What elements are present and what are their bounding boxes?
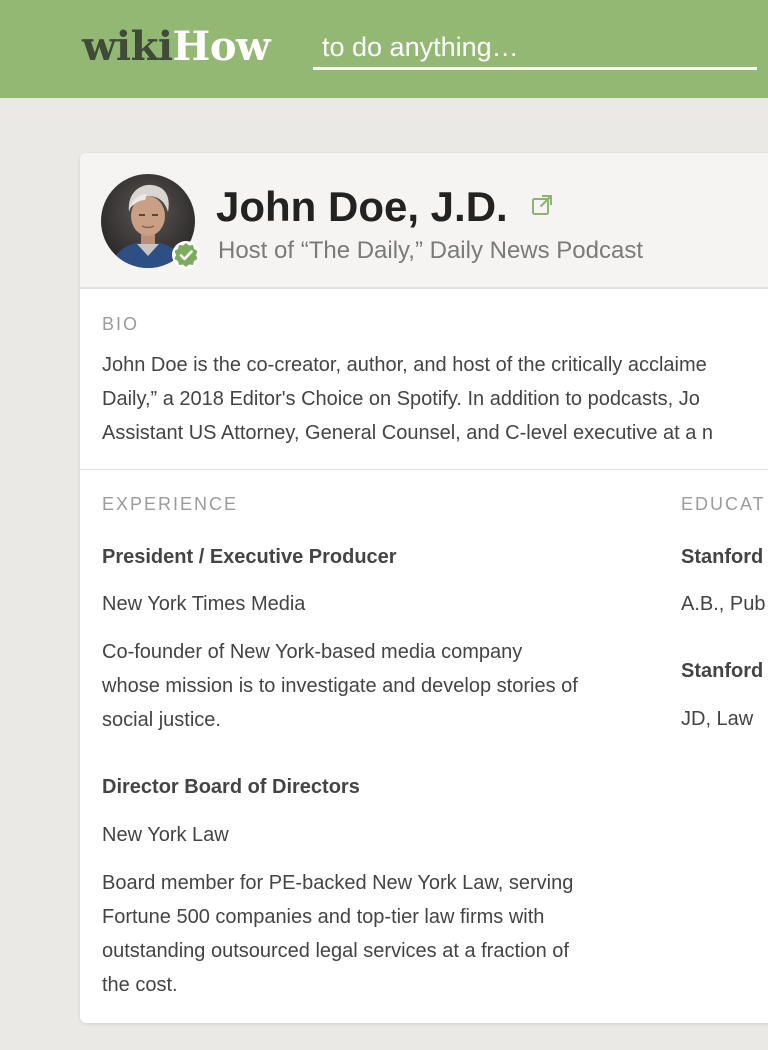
experience-title: Director Board of Directors — [102, 776, 360, 798]
education-school: Stanford — [681, 546, 764, 568]
bio-heading: BIO — [102, 314, 140, 334]
experience-heading: EXPERIENCE — [102, 494, 239, 514]
bio-text: John Doe is the co-creator, author, and … — [102, 348, 768, 450]
bio-line: Daily,” a 2018 Editor's Choice on Spotif… — [102, 388, 700, 410]
experience-description-line: whose mission is to investigate and deve… — [102, 675, 578, 697]
wikihow-logo[interactable]: wikiHow — [82, 22, 270, 72]
bio-line: John Doe is the co-creator, author, and … — [102, 354, 707, 376]
experience-description: Co-founder of New York-based media compa… — [102, 635, 662, 737]
education-degree: JD, Law — [681, 708, 754, 730]
profile-card: John Doe, J.D. Host of “The Daily,” Dail… — [80, 153, 768, 1023]
education-degree: A.B., Pub — [681, 593, 766, 615]
experience-org: New York Law — [102, 824, 229, 846]
experience-description-line: Board member for PE-backed New York Law,… — [102, 872, 574, 894]
experience-description-line: the cost. — [102, 974, 178, 996]
external-link-icon[interactable] — [530, 193, 554, 217]
experience-title: President / Executive Producer — [102, 546, 397, 568]
logo-how-text: How — [172, 23, 271, 70]
search-input[interactable] — [322, 30, 752, 64]
bio-line: Assistant US Attorney, General Counsel, … — [102, 422, 714, 444]
search-bar — [313, 30, 757, 70]
experience-description-line: social justice. — [102, 709, 221, 731]
experience-description-line: outstanding outsourced legal services at… — [102, 940, 569, 962]
profile-subtitle: Host of “The Daily,” Daily News Podcast — [218, 237, 644, 264]
experience-description-line: Fortune 500 companies and top-tier law f… — [102, 906, 545, 928]
profile-header: John Doe, J.D. Host of “The Daily,” Dail… — [80, 153, 768, 289]
experience-org: New York Times Media — [102, 593, 306, 615]
experience-description-line: Co-founder of New York-based media compa… — [102, 641, 523, 663]
profile-name: John Doe, J.D. — [216, 183, 508, 230]
logo-wiki-text: wiki — [82, 23, 173, 70]
education-heading: EDUCAT — [681, 494, 766, 514]
section-divider — [80, 469, 768, 470]
education-school: Stanford — [681, 660, 764, 682]
experience-description: Board member for PE-backed New York Law,… — [102, 866, 662, 1002]
site-header: wikiHow — [0, 0, 768, 98]
check-badge-icon — [172, 241, 200, 269]
